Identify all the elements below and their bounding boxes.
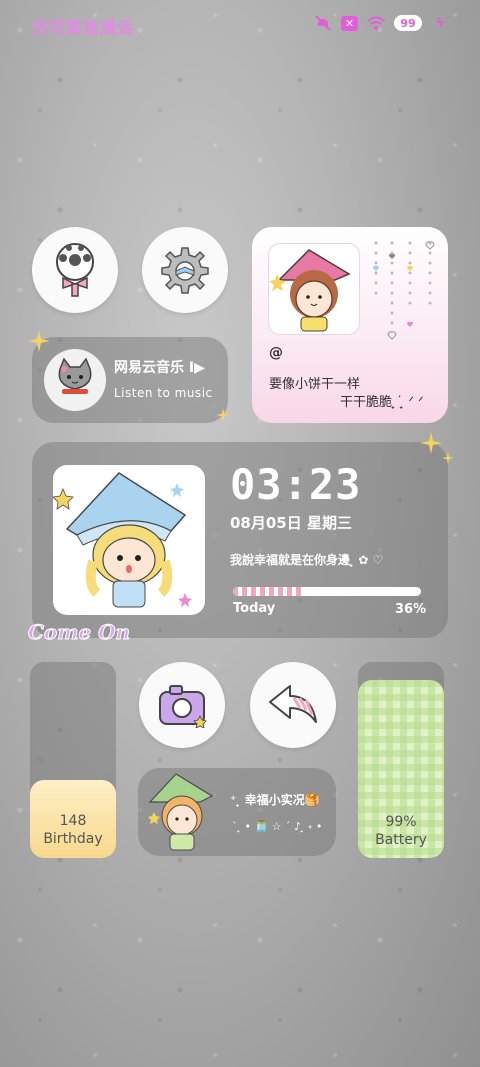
sparkle-icon xyxy=(420,432,442,454)
no-sim-icon: ✕ xyxy=(341,15,358,31)
happy-decor-line: ˋ ̟ • 🫙 ☆ ˊ ♪ ̟ ˖ • xyxy=(232,820,323,833)
sparkle-icon xyxy=(442,452,454,464)
birthday-widget[interactable]: 148 Birthday xyxy=(30,662,116,858)
clock-widget[interactable]: 03:23 08月05日 星期三 我說幸福就是在你身邊 ̟ ✿ ♡ Today … xyxy=(32,442,448,638)
come-on-sticker: Come On xyxy=(27,620,131,645)
progress-percent: 36% xyxy=(395,602,427,617)
sparkle-icon xyxy=(216,408,230,422)
boy-illustration xyxy=(146,772,218,852)
happy-title: ⁺ ̟ 幸福小实况🥞 xyxy=(230,793,320,807)
battery-icon: 99 xyxy=(394,15,422,31)
battery-label: Battery xyxy=(375,832,427,848)
photo-caption-line2: 干干脆脆 ̟ ͘ ̟ ᐟ ᐟ xyxy=(340,395,424,410)
camera-icon xyxy=(159,685,207,728)
progress-label: Today xyxy=(233,601,276,616)
music-title: 网易云音乐 I▶ xyxy=(114,360,205,376)
carrier-status: 仅可紧急通话 xyxy=(32,18,135,37)
clock-date: 08月05日 星期三 xyxy=(230,514,352,532)
status-icons: ✕ 99 ϟ xyxy=(313,14,450,32)
clock-quote: 我說幸福就是在你身邊 ̟ ✿ ♡ xyxy=(230,553,384,567)
photo-widget[interactable]: @ 要像小饼干一样 干干脆脆 ̟ ͘ ̟ ᐟ ᐟ xyxy=(252,227,448,423)
girl-illustration xyxy=(268,243,360,335)
sparkle-icon xyxy=(28,330,50,352)
wifi-icon xyxy=(366,14,386,32)
settings-app-icon[interactable] xyxy=(142,227,228,313)
photo-caption-line1: 要像小饼干一样 xyxy=(269,377,361,392)
happy-widget[interactable]: ⁺ ̟ 幸福小实况🥞 ˋ ̟ • 🫙 ☆ ˊ ♪ ̟ ˖ • xyxy=(138,768,336,856)
battery-percent: 99% xyxy=(385,814,417,830)
back-app-icon[interactable] xyxy=(250,662,336,748)
dotted-hearts-decor xyxy=(372,241,435,340)
music-widget[interactable]: 网易云音乐 I▶ Listen to music xyxy=(32,337,228,423)
battery-widget[interactable]: 99% Battery xyxy=(358,662,444,858)
clock-time: 03:23 xyxy=(230,460,362,509)
back-arrow-icon xyxy=(269,685,317,723)
gear-icon xyxy=(161,247,209,294)
cat-icon xyxy=(58,357,92,394)
birthday-card: 148 Birthday xyxy=(30,780,116,858)
camera-app-icon[interactable] xyxy=(139,662,225,748)
battery-card: 99% Battery xyxy=(358,680,444,858)
flower-icon xyxy=(56,243,94,297)
photo-handle: @ xyxy=(269,345,283,361)
charging-icon: ϟ xyxy=(435,15,445,31)
birthday-label: Birthday xyxy=(43,831,103,847)
day-progress-bar xyxy=(233,587,421,596)
birthday-count: 148 xyxy=(59,813,87,829)
flower-app-icon[interactable] xyxy=(32,227,118,313)
witch-girl-illustration xyxy=(52,465,205,615)
cat-avatar xyxy=(44,349,106,411)
mute-icon xyxy=(313,14,333,32)
music-subtitle: Listen to music xyxy=(114,386,213,400)
day-progress-fill xyxy=(233,587,301,596)
